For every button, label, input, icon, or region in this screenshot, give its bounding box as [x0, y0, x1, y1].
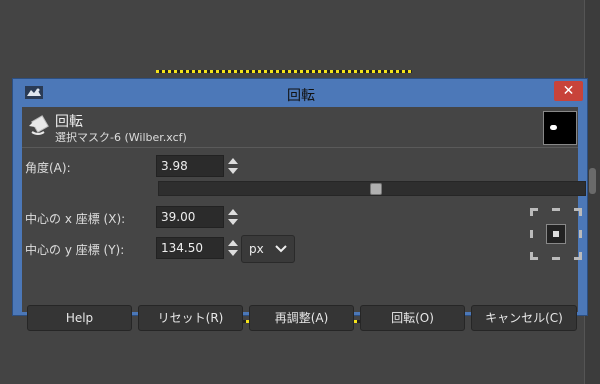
unit-select[interactable]: px	[241, 235, 295, 263]
cancel-button[interactable]: キャンセル(C)	[471, 305, 577, 331]
center-y-label: 中心の y 座標 (Y):	[25, 243, 125, 257]
slider-handle[interactable]	[370, 183, 382, 195]
readjust-button[interactable]: 再調整(A)	[249, 305, 354, 331]
rotate-dialog: 回転 ✕ 回転 選択マスク-6 (Wilber.xcf) 角度(A): 3.98…	[12, 78, 589, 331]
reset-button[interactable]: リセット(R)	[138, 305, 243, 331]
increment-arrow-icon[interactable]	[228, 158, 238, 164]
layer-preview-thumbnail	[543, 111, 577, 145]
increment-arrow-icon[interactable]	[228, 209, 238, 215]
rotate-button[interactable]: 回転(O)	[360, 305, 465, 331]
scrollbar-thumb[interactable]	[589, 168, 596, 194]
help-button[interactable]: Help	[27, 305, 132, 331]
center-x-stepper[interactable]	[226, 206, 240, 228]
selection-outline-top	[156, 70, 412, 73]
angle-label: 角度(A):	[25, 161, 71, 175]
angle-stepper[interactable]	[226, 155, 240, 177]
center-x-spinbutton[interactable]: 39.00	[156, 206, 241, 228]
window-title: 回転	[287, 88, 315, 104]
dialog-header-subtitle: 選択マスク-6 (Wilber.xcf)	[55, 131, 187, 144]
increment-arrow-icon[interactable]	[228, 240, 238, 246]
dialog-header-title: 回転	[55, 114, 83, 130]
header-separator	[22, 147, 578, 148]
center-y-spinbutton[interactable]: 134.50	[156, 237, 241, 259]
angle-spinbutton[interactable]: 3.98	[156, 155, 241, 177]
decrement-arrow-icon[interactable]	[228, 250, 238, 256]
center-x-input[interactable]: 39.00	[156, 206, 224, 228]
decrement-arrow-icon[interactable]	[228, 219, 238, 225]
close-button[interactable]: ✕	[554, 81, 583, 101]
angle-slider[interactable]	[158, 181, 586, 196]
decrement-arrow-icon[interactable]	[228, 168, 238, 174]
angle-input[interactable]: 3.98	[156, 155, 224, 177]
rotate-tool-icon	[29, 115, 49, 135]
title-bar[interactable]: 回転 ✕	[13, 79, 589, 107]
center-y-stepper[interactable]	[226, 237, 240, 259]
pivot-selector[interactable]	[530, 208, 582, 260]
center-x-label: 中心の x 座標 (X):	[25, 212, 126, 226]
unit-value: px	[249, 242, 264, 256]
chevron-down-icon	[275, 245, 287, 253]
dialog-content: 回転 選択マスク-6 (Wilber.xcf) 角度(A): 3.98 中心の …	[22, 107, 586, 331]
pivot-center-button[interactable]	[546, 224, 566, 244]
center-y-input[interactable]: 134.50	[156, 237, 224, 259]
